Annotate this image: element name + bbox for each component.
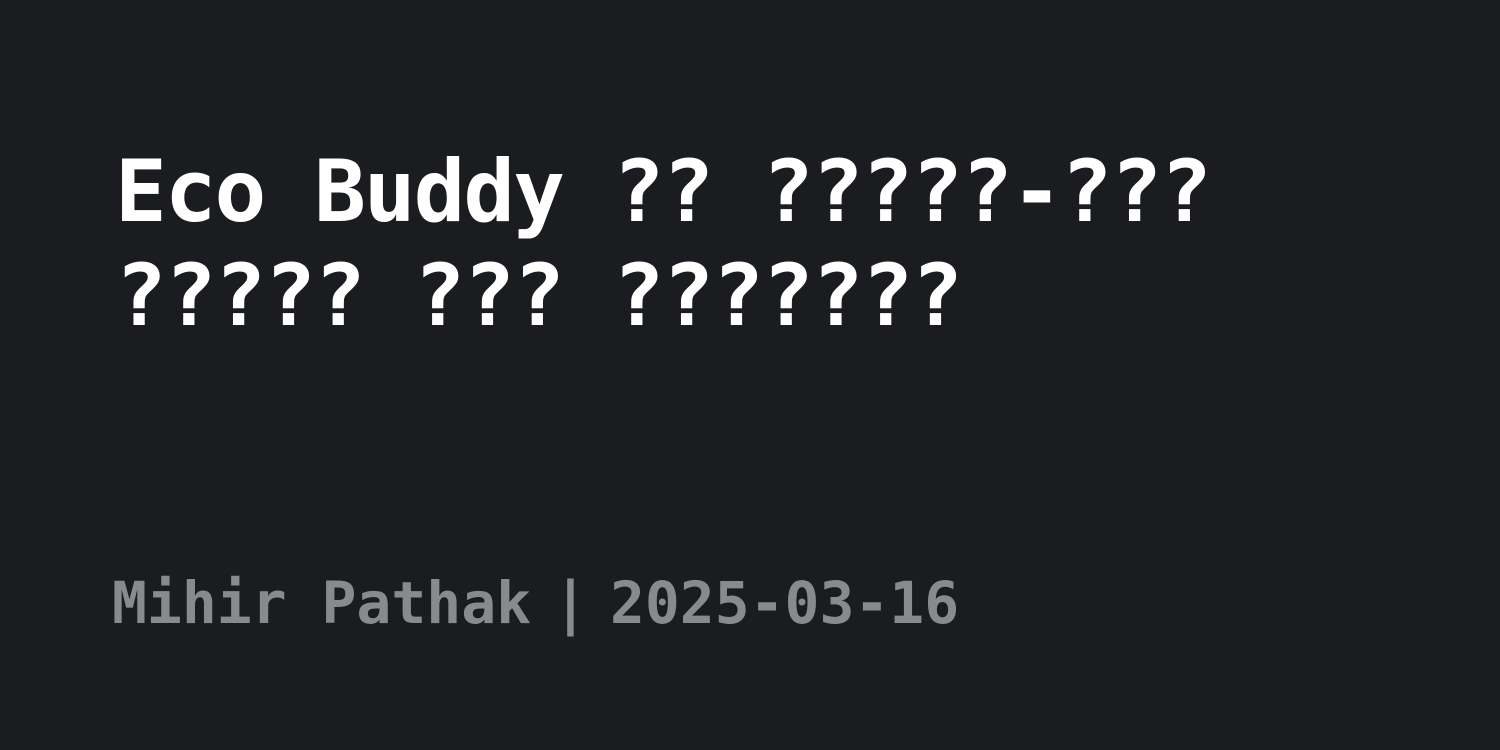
- post-title: Eco Buddy ?? ?????-??? ????? ??? ???????: [115, 142, 1212, 346]
- social-card: Eco Buddy ?? ?????-??? ????? ??? ???????…: [0, 0, 1500, 750]
- post-meta: Mihir Pathak | 2025-03-16: [112, 565, 959, 641]
- post-date: 2025-03-16: [609, 569, 960, 637]
- author-name: Mihir Pathak: [112, 569, 532, 637]
- meta-separator: |: [553, 569, 588, 637]
